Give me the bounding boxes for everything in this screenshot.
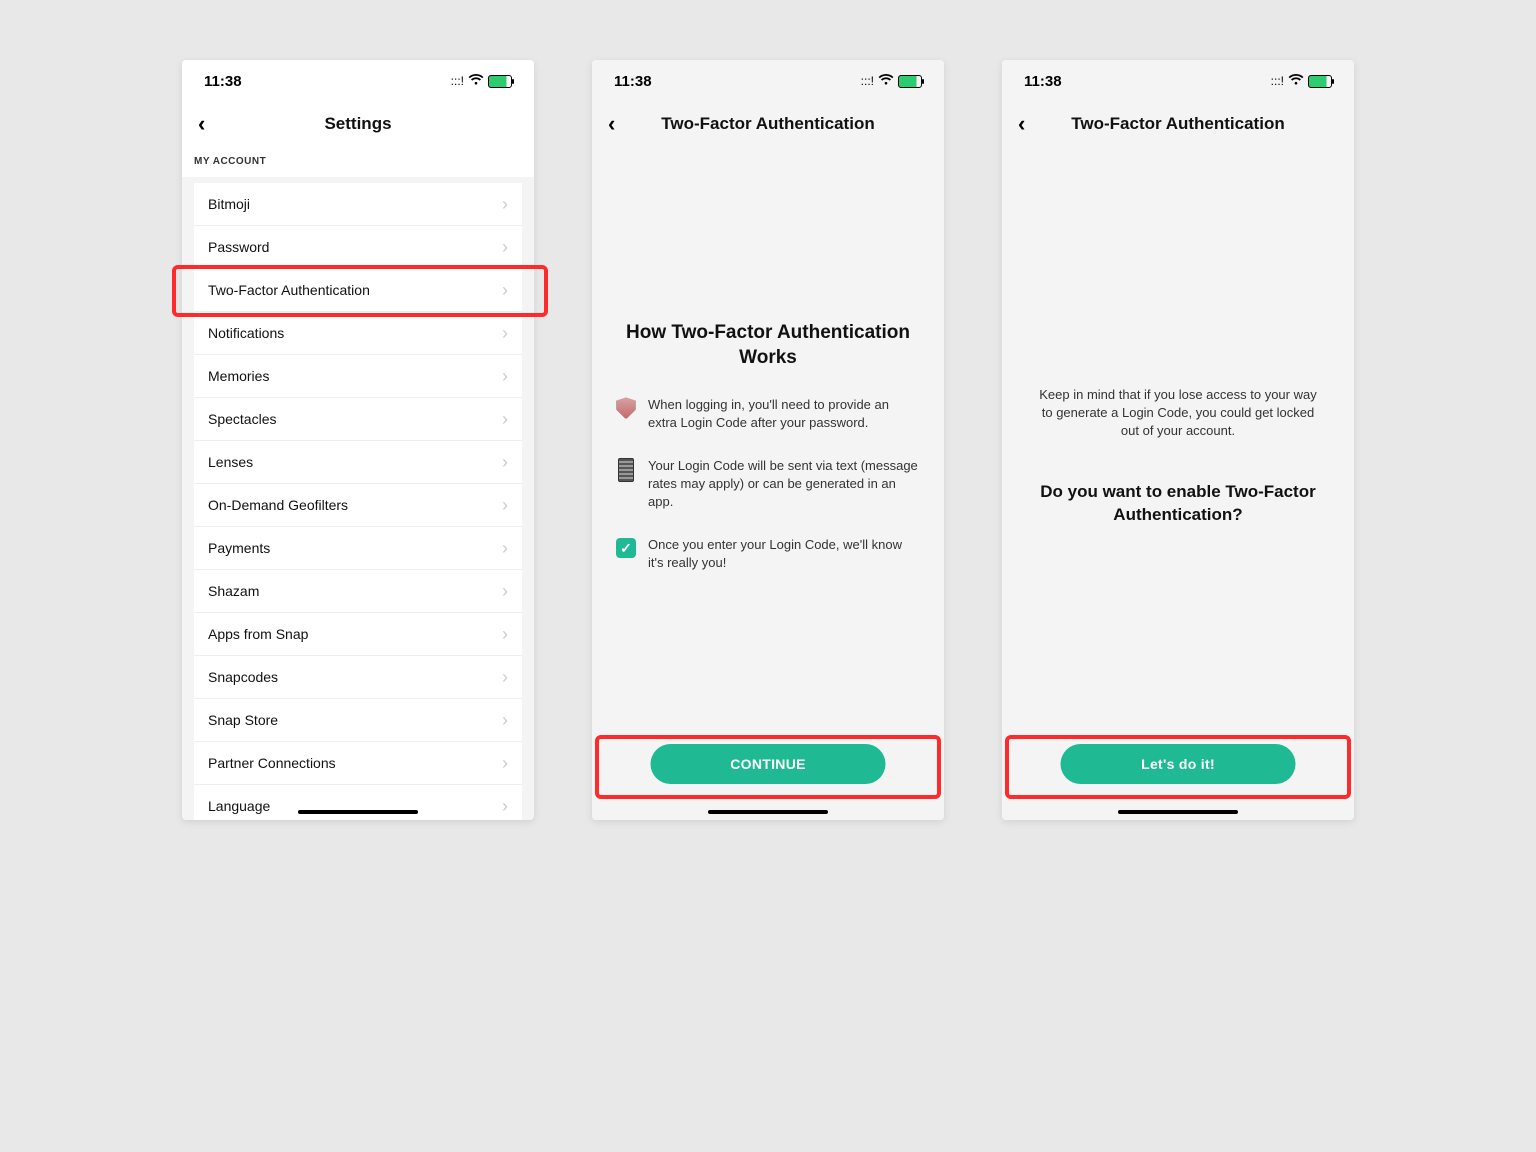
row-label: Snap Store [208, 712, 278, 728]
back-button[interactable]: ‹ [1018, 111, 1025, 137]
row-label: Spectacles [208, 411, 276, 427]
chevron-right-icon: › [502, 538, 508, 559]
phone-icon [616, 458, 636, 480]
chevron-right-icon: › [502, 796, 508, 817]
how-text: Your Login Code will be sent via text (m… [648, 457, 920, 510]
row-label: Bitmoji [208, 196, 250, 212]
screen-settings: 11:38 :::! ‹ Settings MY ACCOUNT Bitmoji… [182, 60, 534, 820]
how-item: ✓ Once you enter your Login Code, we'll k… [616, 536, 920, 571]
status-bar: 11:38 :::! [182, 60, 534, 102]
home-indicator[interactable] [298, 810, 418, 814]
settings-row-snap-store[interactable]: Snap Store › [194, 699, 522, 742]
chevron-right-icon: › [502, 237, 508, 258]
chevron-right-icon: › [502, 495, 508, 516]
status-time: 11:38 [204, 73, 242, 90]
settings-list: Bitmoji›Password›Two-Factor Authenticati… [194, 183, 522, 820]
settings-row-memories[interactable]: Memories › [194, 355, 522, 398]
battery-icon [898, 75, 922, 88]
status-time: 11:38 [1024, 73, 1062, 90]
back-button[interactable]: ‹ [198, 111, 205, 137]
row-label: Memories [208, 368, 269, 384]
settings-row-bitmoji[interactable]: Bitmoji › [194, 183, 522, 226]
settings-row-payments[interactable]: Payments › [194, 527, 522, 570]
screen-2fa-how: 11:38 :::! ‹ Two-Factor Authentication H… [592, 60, 944, 820]
warning-text: Keep in mind that if you lose access to … [1002, 386, 1354, 441]
chevron-right-icon: › [502, 366, 508, 387]
chevron-right-icon: › [502, 194, 508, 215]
nav-bar: ‹ Settings [182, 102, 534, 146]
row-label: Notifications [208, 325, 284, 341]
settings-row-partner-connections[interactable]: Partner Connections › [194, 742, 522, 785]
wifi-icon [878, 74, 894, 89]
settings-row-on-demand-geofilters[interactable]: On-Demand Geofilters › [194, 484, 522, 527]
check-icon: ✓ [616, 537, 636, 559]
settings-row-language[interactable]: Language › [194, 785, 522, 820]
wifi-icon [1288, 74, 1304, 89]
home-indicator[interactable] [1118, 810, 1238, 814]
prompt-title: Do you want to enable Two-Factor Authent… [1002, 481, 1354, 527]
settings-row-lenses[interactable]: Lenses › [194, 441, 522, 484]
row-label: Lenses [208, 454, 253, 470]
status-bar: 11:38 :::! [1002, 60, 1354, 102]
battery-icon [488, 75, 512, 88]
chevron-right-icon: › [502, 624, 508, 645]
row-label: Password [208, 239, 269, 255]
nav-bar: ‹ Two-Factor Authentication [592, 102, 944, 146]
tutorial-slide-container: 11:38 :::! ‹ Settings MY ACCOUNT Bitmoji… [152, 30, 1384, 850]
status-icons: :::! [1271, 74, 1332, 89]
chevron-right-icon: › [502, 323, 508, 344]
chevron-right-icon: › [502, 753, 508, 774]
signal-icon: :::! [861, 74, 874, 88]
row-label: Shazam [208, 583, 259, 599]
settings-row-notifications[interactable]: Notifications › [194, 312, 522, 355]
back-button[interactable]: ‹ [608, 111, 615, 137]
status-icons: :::! [451, 74, 512, 89]
how-item: When logging in, you'll need to provide … [616, 396, 920, 431]
how-items: When logging in, you'll need to provide … [592, 396, 944, 571]
row-label: Two-Factor Authentication [208, 282, 370, 298]
chevron-right-icon: › [502, 581, 508, 602]
row-label: Apps from Snap [208, 626, 308, 642]
how-heading: How Two-Factor Authentication Works [622, 321, 914, 370]
chevron-right-icon: › [502, 409, 508, 430]
row-label: Language [208, 798, 270, 814]
page-title: Two-Factor Authentication [1071, 114, 1284, 134]
shield-icon [616, 397, 636, 419]
row-label: On-Demand Geofilters [208, 497, 348, 513]
page-title: Settings [324, 114, 391, 134]
status-icons: :::! [861, 74, 922, 89]
home-indicator[interactable] [708, 810, 828, 814]
settings-row-password[interactable]: Password › [194, 226, 522, 269]
signal-icon: :::! [1271, 74, 1284, 88]
chevron-right-icon: › [502, 452, 508, 473]
how-text: Once you enter your Login Code, we'll kn… [648, 536, 920, 571]
enable-button[interactable]: Let's do it! [1061, 744, 1296, 784]
settings-row-shazam[interactable]: Shazam › [194, 570, 522, 613]
settings-row-snapcodes[interactable]: Snapcodes › [194, 656, 522, 699]
signal-icon: :::! [451, 74, 464, 88]
wifi-icon [468, 74, 484, 89]
status-bar: 11:38 :::! [592, 60, 944, 102]
chevron-right-icon: › [502, 710, 508, 731]
screen-2fa-enable: 11:38 :::! ‹ Two-Factor Authentication K… [1002, 60, 1354, 820]
page-title: Two-Factor Authentication [661, 114, 874, 134]
row-label: Snapcodes [208, 669, 278, 685]
chevron-right-icon: › [502, 667, 508, 688]
how-item: Your Login Code will be sent via text (m… [616, 457, 920, 510]
chevron-right-icon: › [502, 280, 508, 301]
settings-row-two-factor-authentication[interactable]: Two-Factor Authentication › [194, 269, 522, 312]
row-label: Partner Connections [208, 755, 336, 771]
continue-button[interactable]: CONTINUE [651, 744, 886, 784]
section-label: MY ACCOUNT [182, 146, 534, 177]
settings-row-spectacles[interactable]: Spectacles › [194, 398, 522, 441]
row-label: Payments [208, 540, 270, 556]
status-time: 11:38 [614, 73, 652, 90]
how-text: When logging in, you'll need to provide … [648, 396, 920, 431]
nav-bar: ‹ Two-Factor Authentication [1002, 102, 1354, 146]
battery-icon [1308, 75, 1332, 88]
settings-row-apps-from-snap[interactable]: Apps from Snap › [194, 613, 522, 656]
